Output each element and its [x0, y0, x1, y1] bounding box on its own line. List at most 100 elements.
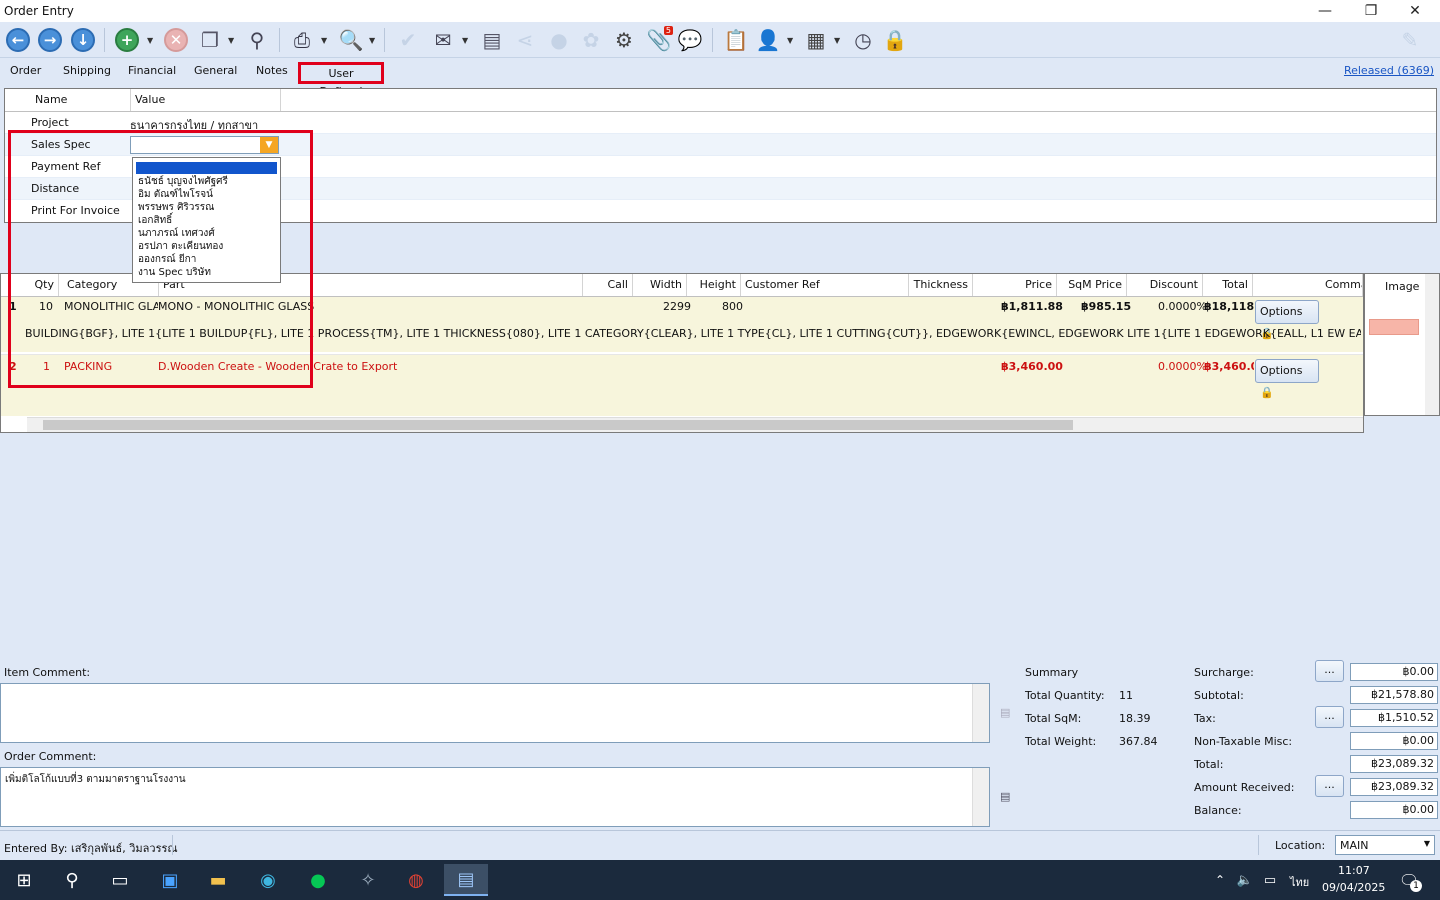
back-icon[interactable]: ←: [4, 26, 32, 54]
surcharge-field[interactable]: ฿0.00: [1350, 663, 1438, 681]
col-total[interactable]: Total: [1203, 274, 1253, 296]
notification-icon[interactable]: 🗨 1: [1392, 864, 1426, 896]
email-dropdown-icon[interactable]: ▼: [462, 36, 468, 45]
col-thickness[interactable]: Thickness: [909, 274, 973, 296]
title-bar: Order Entry — ❐ ✕: [0, 0, 1440, 22]
ud-name: Project: [31, 116, 69, 129]
status-bar: Entered By: เสริกุลพันธ์, วิมลวรรณ Locat…: [0, 830, 1440, 860]
col-price[interactable]: Price: [973, 274, 1057, 296]
options-label: Options: [1260, 305, 1303, 318]
copy-dropdown-icon[interactable]: ▼: [228, 36, 234, 45]
tab-general[interactable]: General: [188, 62, 243, 84]
attachment-icon[interactable]: 📎 5: [645, 26, 673, 54]
network-icon[interactable]: ▭: [1255, 864, 1285, 896]
document-icon[interactable]: ▤: [478, 26, 506, 54]
image-pane: Image: [1364, 273, 1440, 416]
user-icon: ●: [550, 28, 568, 52]
scroll-thumb[interactable]: [43, 420, 1073, 430]
copy-icon[interactable]: ❐: [196, 26, 224, 54]
order-comment-scrollbar[interactable]: [972, 768, 989, 826]
item-comment-scrollbar[interactable]: [972, 684, 989, 742]
tab-financial[interactable]: Financial: [122, 62, 182, 84]
check-icon: ✔: [399, 28, 417, 52]
col-discount[interactable]: Discount: [1127, 274, 1203, 296]
email-icon[interactable]: ✉: [429, 26, 457, 54]
minimize-button[interactable]: —: [1302, 0, 1348, 22]
location-value: MAIN: [1340, 839, 1369, 852]
clock-icon[interactable]: ◷: [849, 26, 877, 54]
close-button[interactable]: ✕: [1392, 0, 1438, 22]
share-icon: ⋖: [516, 28, 534, 52]
options-button[interactable]: Options 🔒: [1255, 300, 1319, 340]
location-select[interactable]: MAIN ▼: [1335, 835, 1435, 855]
tax-dots-button[interactable]: ...: [1315, 706, 1344, 728]
app-icon[interactable]: ✧: [350, 864, 386, 896]
restore-button[interactable]: ❐: [1348, 0, 1394, 22]
file-explorer-icon[interactable]: ▬: [200, 864, 236, 896]
windows-start-icon[interactable]: ⊞: [6, 864, 42, 896]
clock-date[interactable]: 09/04/2025: [1322, 881, 1385, 894]
clipboard-icon[interactable]: 📋: [722, 26, 750, 54]
image-scrollbar[interactable]: [1425, 274, 1439, 415]
col-customer-ref[interactable]: Customer Ref: [741, 274, 909, 296]
order-comment-field[interactable]: เพิ่มติโลโก้แบบที่3 ตามมาตราฐานโรงงาน: [0, 767, 990, 827]
help-icon: ✎: [1401, 28, 1419, 52]
download-icon[interactable]: ↓: [69, 26, 97, 54]
grid-dropdown-icon[interactable]: ▼: [834, 36, 840, 45]
total-weight-label: Total Weight:: [1025, 735, 1097, 748]
cell-total: ฿18,118.8: [1204, 300, 1254, 313]
line-icon[interactable]: ●: [300, 864, 336, 896]
search-icon[interactable]: ⚲: [243, 26, 271, 54]
col-sqm-price[interactable]: SqM Price: [1057, 274, 1127, 296]
clock-time[interactable]: 11:07: [1338, 864, 1370, 877]
tab-user-defined[interactable]: User Defined: [298, 62, 384, 98]
location-label: Location:: [1275, 839, 1326, 852]
chevron-down-icon[interactable]: ▼: [1424, 839, 1430, 848]
released-link[interactable]: Released (6369): [1344, 64, 1434, 77]
chrome-icon[interactable]: ◍: [398, 864, 434, 896]
group-icon: ✿: [582, 28, 600, 52]
taskbar: ⊞ ⚲ ▭ ▣ ▬ ◉ ● ✧ ◍ ▤ ⌃ 🔈 ▭ ไทย 11:07 09/0…: [0, 860, 1440, 900]
order-entry-app-icon[interactable]: ▤: [444, 864, 488, 896]
task-view-icon[interactable]: ▭: [102, 864, 138, 896]
preview-dropdown-icon[interactable]: ▼: [369, 36, 375, 45]
notes-icon[interactable]: ▤: [1000, 706, 1010, 719]
total-quantity-value: 11: [1119, 689, 1133, 702]
add-icon[interactable]: +: [113, 26, 141, 54]
print-icon[interactable]: ⎙: [288, 26, 316, 54]
print-preview-icon[interactable]: 🔍: [337, 26, 365, 54]
settings-icon[interactable]: ⚙: [610, 26, 638, 54]
horizontal-scrollbar[interactable]: [27, 417, 1363, 432]
cell-price: ฿1,811.88: [1001, 300, 1063, 313]
tab-shipping[interactable]: Shipping: [57, 62, 117, 84]
lock-icon[interactable]: 🔒: [881, 26, 909, 54]
comment-icon[interactable]: 💬: [676, 26, 704, 54]
item-comment-field[interactable]: [0, 683, 990, 743]
col-call-size[interactable]: Call Size: [583, 274, 633, 313]
surcharge-dots-button[interactable]: ...: [1315, 660, 1344, 682]
delete-icon[interactable]: ✕: [162, 26, 190, 54]
forward-icon[interactable]: →: [36, 26, 64, 54]
grid-icon[interactable]: ▦: [802, 26, 830, 54]
notes-icon[interactable]: ▤: [1000, 790, 1010, 803]
language-indicator[interactable]: ไทย: [1290, 873, 1309, 891]
total-sqm-label: Total SqM:: [1025, 712, 1082, 725]
options-button[interactable]: Options 🔒: [1255, 359, 1319, 399]
person-icon[interactable]: 👤: [754, 26, 782, 54]
print-dropdown-icon[interactable]: ▼: [321, 36, 327, 45]
store-icon[interactable]: ▣: [152, 864, 188, 896]
received-dots-button[interactable]: ...: [1315, 775, 1344, 797]
tab-order[interactable]: Order: [4, 62, 47, 84]
cell-discount: 0.0000%: [1158, 360, 1207, 373]
person-dropdown-icon[interactable]: ▼: [787, 36, 793, 45]
search-icon[interactable]: ⚲: [54, 864, 90, 896]
col-height[interactable]: Height: [687, 274, 741, 296]
nontax-field[interactable]: ฿0.00: [1350, 732, 1438, 750]
tab-notes[interactable]: Notes: [250, 62, 294, 84]
tax-field: ฿1,510.52: [1350, 709, 1438, 727]
notification-count: 1: [1410, 880, 1422, 892]
col-comment[interactable]: Commar: [1321, 274, 1363, 296]
add-dropdown-icon[interactable]: ▼: [147, 36, 153, 45]
col-width[interactable]: Width: [633, 274, 687, 296]
edge-icon[interactable]: ◉: [250, 864, 286, 896]
